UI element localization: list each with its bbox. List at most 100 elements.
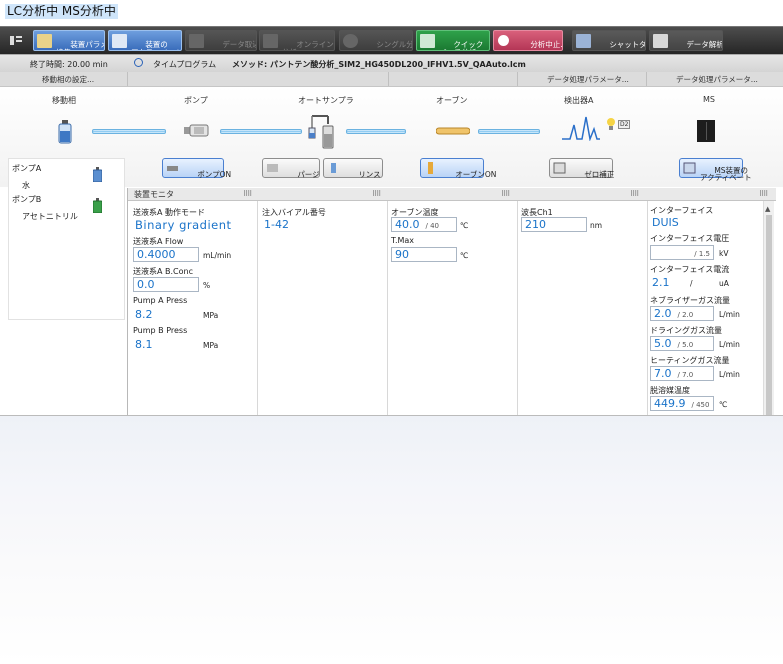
flow-unit: mL/min [203, 251, 232, 260]
monitor-header: 装置モニタ ⠿⠿ ⠿⠿ ⠿⠿ ⠿⠿ ⠿⠿ [128, 188, 776, 201]
tmax-box[interactable]: 90 [391, 247, 457, 262]
data-acquire-icon [189, 34, 204, 48]
empty-background [0, 416, 783, 664]
zero-adjust-button[interactable]: ゼロ補正 [549, 158, 614, 178]
single-run-button[interactable]: シングル分析 [339, 30, 413, 51]
wavelength-box[interactable]: 210 [521, 217, 587, 232]
activate-icon [112, 34, 127, 48]
pump-on-label: ポンプON [197, 170, 232, 179]
online-analysis-button[interactable]: オンライン 分析 [259, 30, 335, 51]
pump-monitor-column: 送液系A 動作モード Binary gradient 送液系A Flow 0.4… [128, 201, 258, 415]
stop-analysis-label: 分析中止... [530, 40, 563, 49]
oven-on-button[interactable]: オーブンON [420, 158, 496, 178]
rinse-label: リンス [358, 170, 381, 179]
pump-a-label: ポンプA [12, 164, 42, 173]
pump-on-button[interactable]: ポンプON [162, 158, 231, 178]
detector-monitor-column: 波長Ch1 210 nm [518, 201, 648, 415]
divider [517, 72, 518, 86]
lamp-icon [607, 118, 615, 130]
nebulizer-box[interactable]: 2.0 / 2.0 [650, 306, 714, 321]
zero-adjust-icon [553, 162, 566, 174]
divider [388, 72, 389, 86]
grip-icon[interactable]: ⠿⠿ [243, 190, 252, 198]
pump-icon [184, 124, 209, 137]
pump-b-label: ポンプB [12, 195, 42, 204]
grip-icon[interactable]: ⠿⠿ [759, 190, 768, 198]
method-label: メソッド: [232, 60, 268, 69]
monitor-scrollbar[interactable]: ▲ [763, 201, 774, 415]
quick-batch-label: クイック バッチ分析... [439, 40, 484, 51]
drying-gas-setpoint: / 5.0 [677, 341, 694, 349]
tmax-label: T.Max [391, 236, 415, 245]
edit-params-button[interactable]: 装置パラメータ 編集 [33, 30, 105, 51]
oven-temp-box[interactable]: 40.0 / 40 [391, 217, 457, 232]
scroll-thumb[interactable] [766, 215, 772, 415]
d2-lamp-badge: D2 [618, 120, 631, 129]
interface-voltage-label: インターフェイス電圧 [650, 234, 730, 243]
purge-label: パージ [297, 170, 320, 179]
mobile-phase-panel: ポンプA 水 ポンプB アセトニトリル [8, 158, 125, 320]
single-run-icon [343, 34, 358, 48]
pump-mode-label: 送液系A 動作モード [133, 208, 206, 217]
interface-value: DUIS [652, 216, 679, 229]
heating-gas-box[interactable]: 7.0 / 7.0 [650, 366, 714, 381]
flow-label-pump: ポンプ [184, 96, 208, 105]
stop-analysis-button[interactable]: 分析中止... [493, 30, 563, 51]
drying-gas-box[interactable]: 5.0 / 5.0 [650, 336, 714, 351]
grip-icon[interactable]: ⠿⠿ [372, 190, 381, 198]
interface-current-unit: uA [719, 279, 729, 288]
stop-icon [498, 35, 509, 46]
title-bar: LC分析中 MS分析中 [0, 0, 783, 24]
flow-label: 送液系A Flow [133, 237, 184, 246]
ms-activate-button[interactable]: MS装置の アクティベート [679, 158, 752, 181]
solvent-bottle-icon [58, 120, 72, 144]
scroll-up-icon[interactable]: ▲ [765, 205, 770, 213]
oven-column-icon [436, 127, 470, 135]
online-analysis-label: オンライン 分析 [282, 40, 334, 51]
bconc-value-box[interactable]: 0.0 [133, 277, 199, 292]
rinse-button[interactable]: リンス [323, 158, 383, 178]
vial-value: 1-42 [264, 218, 289, 231]
flow-value-box[interactable]: 0.4000 [133, 247, 199, 262]
desolvation-temp-box[interactable]: 449.9 / 450 [650, 396, 714, 411]
bconc-unit: % [203, 281, 211, 290]
method-info-bar: 終了時間: 20.00 min タイムプログラム メソッド: パントテン酸分析_… [0, 54, 783, 73]
quick-batch-icon [420, 34, 435, 48]
flow-pipe [346, 129, 406, 134]
bottle-a-icon [93, 167, 102, 182]
heating-gas-value: 7.0 [654, 367, 672, 380]
desolvation-temp-label: 脱溶媒温度 [650, 386, 690, 395]
flow-pipe [92, 129, 166, 134]
shutdown-label: シャットダウン... [609, 40, 646, 49]
monitor-title: 装置モニタ [134, 190, 174, 199]
activate-button[interactable]: 装置の アクティベート [108, 30, 182, 51]
press-b-label: Pump B Press [133, 326, 188, 335]
flow-pipe [478, 129, 540, 134]
nebulizer-setpoint: / 2.0 [677, 311, 694, 319]
method-file: パントテン酸分析_SIM2_HG450DL200_IFHV1.5V_QAAuto… [270, 60, 526, 69]
instrument-monitor: 装置モニタ ⠿⠿ ⠿⠿ ⠿⠿ ⠿⠿ ⠿⠿ 送液系A 動作モード Binary g… [127, 188, 776, 415]
grip-icon[interactable]: ⠿⠿ [630, 190, 639, 198]
data-acquire-button[interactable]: データ取込 [185, 30, 257, 51]
press-a-label: Pump A Press [133, 296, 188, 305]
status-title: LC分析中 MS分析中 [5, 4, 118, 19]
tmax-unit: ℃ [460, 251, 469, 260]
shutdown-button[interactable]: シャットダウン... [572, 30, 646, 51]
edit-params-label: 装置パラメータ 編集 [56, 40, 104, 51]
labsolutions-window: LC分析中 MS分析中 装置パラメータ 編集 装置の アクティベート データ取込… [0, 0, 783, 416]
panel-toggle-icon[interactable] [10, 35, 22, 46]
data-params-link-2[interactable]: データ処理パラメータ... [676, 74, 758, 85]
interface-current-value: 2.1 [652, 276, 670, 289]
data-analysis-button[interactable]: データ解析 [649, 30, 723, 51]
desolvation-temp-value: 449.9 [654, 397, 686, 410]
interface-voltage-box[interactable]: / 1.5 [650, 245, 714, 260]
wavelength-unit: nm [590, 221, 603, 230]
nebulizer-label: ネブライザーガス流量 [650, 296, 730, 305]
mobile-phase-settings-link[interactable]: 移動相の設定... [42, 74, 94, 85]
time-program-link[interactable]: タイムプログラム [153, 59, 216, 70]
grip-icon[interactable]: ⠿⠿ [501, 190, 510, 198]
purge-button[interactable]: パージ [262, 158, 320, 178]
data-params-link-1[interactable]: データ処理パラメータ... [547, 74, 629, 85]
quick-batch-button[interactable]: クイック バッチ分析... [416, 30, 490, 51]
divider [127, 72, 128, 86]
